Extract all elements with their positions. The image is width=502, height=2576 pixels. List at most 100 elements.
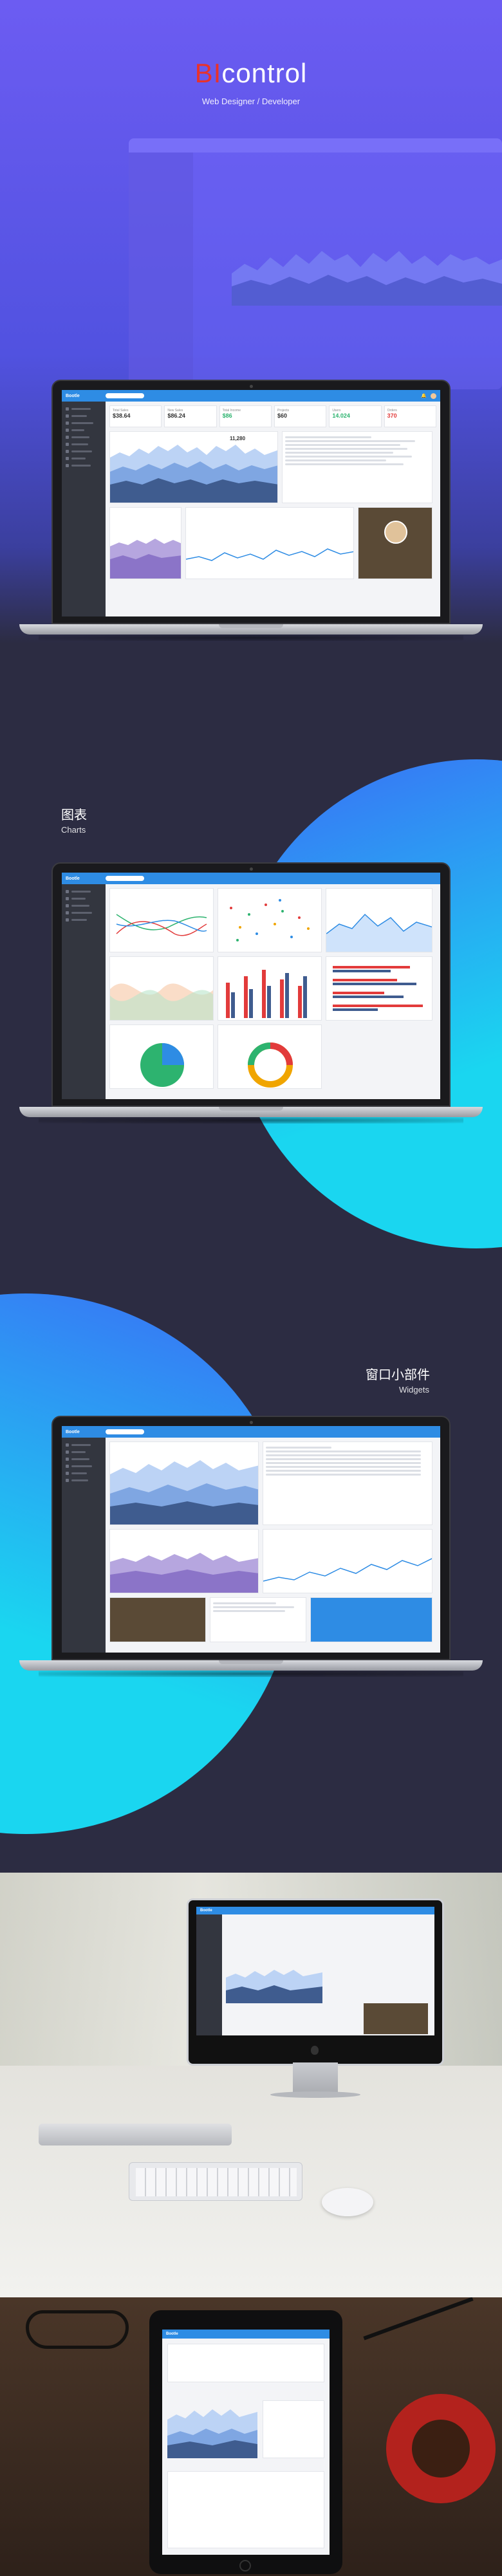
imac: Bootle (187, 1898, 444, 2104)
charts-section: 图表 Charts Bootle (0, 644, 502, 1287)
laptop-dashboard: Bootle 🔔 Total Sales $38.64 New Sales $8… (19, 380, 483, 641)
glasses (26, 2310, 129, 2349)
stat-value: 370 (387, 412, 397, 419)
purple-area-card (109, 507, 181, 579)
coffee-cup (386, 2394, 496, 2503)
stat-value: $60 (277, 412, 288, 419)
scatter-card (218, 888, 322, 952)
hero-subtitle: Web Designer / Developer (201, 97, 301, 106)
stat-card: Total Sales $38.64 (109, 405, 162, 427)
widget-purple-chart (110, 1553, 258, 1593)
widgets-heading-en: Widgets (399, 1385, 429, 1395)
widgets-section: 窗口小部件 Widgets Bootle (0, 1287, 502, 1873)
stat-card: Orders 370 (384, 405, 436, 427)
widget-photo-card (109, 1597, 206, 1642)
sidebar-item[interactable] (62, 441, 106, 448)
widget-purple-card (109, 1529, 259, 1593)
widget-area-card (109, 1441, 259, 1525)
line-multi-card (109, 888, 214, 952)
top-bar: Bootle (62, 1426, 440, 1438)
widget-line-chart (263, 1558, 432, 1582)
imac-screen: Bootle (196, 1907, 434, 2035)
bar-card (218, 956, 322, 1021)
sidebar (62, 1438, 106, 1653)
stat-card: Users 14.024 (329, 405, 382, 427)
widget-blue-card (310, 1597, 432, 1642)
brand-logo: Bootle (66, 876, 80, 881)
apple-logo (311, 2046, 319, 2055)
avatar[interactable] (431, 393, 436, 399)
search-input[interactable] (106, 393, 144, 398)
search-input[interactable] (106, 876, 144, 881)
sidebar (62, 402, 106, 616)
tablet: Bootle (149, 2310, 342, 2574)
pen (363, 2297, 474, 2340)
top-bar: Bootle (62, 873, 440, 884)
area-line-chart (326, 913, 432, 952)
brand-logo: Bootle (166, 2332, 178, 2336)
tablet-screen: Bootle (162, 2330, 330, 2555)
sidebar-item[interactable] (62, 462, 106, 469)
imac-photo-section: Bootle (0, 1873, 502, 2297)
area-chart-card: 11,280 (109, 431, 278, 503)
area-chart (110, 445, 277, 503)
tablet-home-button[interactable] (239, 2560, 251, 2571)
stat-value: $86.24 (167, 412, 185, 419)
widgets-heading-cn: 窗口小部件 (366, 1368, 430, 1382)
pie-chart (140, 1043, 184, 1087)
hero-title-rest: control (221, 58, 308, 88)
hero-background-dashboard (129, 138, 502, 389)
donut-card (218, 1024, 322, 1089)
sidebar-item[interactable] (62, 412, 106, 420)
widget-text-card (210, 1597, 306, 1642)
wave-card (109, 956, 214, 1021)
widget-line-card (263, 1529, 432, 1593)
charts-screen: Bootle (62, 873, 440, 1099)
brand-logo: Bootle (200, 1909, 212, 1913)
hero-section: BIcontrol Web Designer / Developer Bootl… (0, 0, 502, 644)
imac-area-chart (226, 1970, 322, 2003)
sidebar (62, 884, 106, 1099)
widget-area-chart (110, 1460, 258, 1524)
charts-heading-en: Charts (61, 825, 86, 835)
stat-value: $38.64 (113, 412, 131, 419)
sidebar-item[interactable] (62, 434, 106, 441)
sidebar-item[interactable] (62, 455, 106, 462)
laptop-charts: Bootle (19, 862, 483, 1124)
sidebar-item[interactable] (62, 405, 106, 412)
stat-card: New Sales $86.24 (164, 405, 217, 427)
dashboard-screen: Bootle 🔔 Total Sales $38.64 New Sales $8… (62, 390, 440, 616)
brand-logo: Bootle (66, 1429, 80, 1434)
stat-row: Total Sales $38.64 New Sales $86.24 Total In… (109, 405, 436, 427)
search-input[interactable] (106, 1429, 144, 1434)
bar-chart (226, 970, 307, 1018)
sidebar-item[interactable] (62, 427, 106, 434)
dashboard-content: Total Sales $38.64 New Sales $86.24 Total In… (106, 402, 440, 616)
laptop-widgets: Bootle (19, 1416, 483, 1677)
pie-card (109, 1024, 214, 1089)
brand-logo: Bootle (66, 393, 80, 398)
hero-area-chart (232, 251, 502, 306)
stat-value: $86 (222, 412, 232, 419)
tablet-photo-section: Bootle (0, 2297, 502, 2576)
stat-card: Projects $60 (274, 405, 327, 427)
hero-title-prefix: BI (194, 58, 222, 88)
scatter-chart (230, 899, 310, 941)
charts-heading-cn: 图表 (61, 808, 87, 822)
wave-chart (110, 983, 213, 1020)
sidebar-item[interactable] (62, 448, 106, 455)
purple-area-chart (110, 539, 181, 579)
sidebar-item[interactable] (62, 420, 106, 427)
profile-avatar[interactable] (384, 521, 407, 544)
macbook-closed (39, 2124, 232, 2145)
profile-card (358, 507, 432, 579)
visits-value: 11,280 (230, 436, 246, 441)
line-chart (186, 548, 353, 561)
widget-table-card (263, 1441, 432, 1525)
tablet-area-chart (167, 2409, 257, 2458)
top-bar: Bootle 🔔 (62, 390, 440, 402)
area-line-card (326, 888, 432, 952)
multi-line-chart (116, 914, 207, 936)
keyboard (129, 2162, 302, 2201)
bell-icon[interactable]: 🔔 (421, 393, 427, 398)
